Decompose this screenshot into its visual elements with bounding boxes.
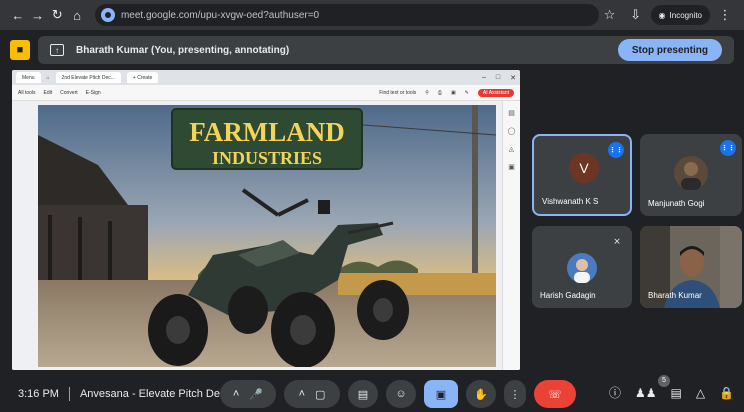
bookmark-star-icon[interactable]: ☆ <box>599 4 621 26</box>
side-panel-controls: ⓘ ♟♟ 5 ▤ △ 🔒 <box>609 374 734 401</box>
avatar: V <box>569 153 599 183</box>
incognito-label: Incognito <box>669 10 702 20</box>
captions-button[interactable]: ▤ <box>348 380 378 408</box>
captions-icon: ▤ <box>357 388 369 401</box>
shared-tab-pitch-deck: 2nd Elevate Pitch Dec... <box>55 72 121 83</box>
rail-bookmark-icon: ◯ <box>507 128 516 135</box>
meeting-clock: 3:16 PM <box>18 388 59 400</box>
shared-minimize-icon: – <box>481 73 486 81</box>
toolbar-find: Find text or tools <box>379 89 417 96</box>
avatar <box>674 156 708 190</box>
rail-export-icon: ◬ <box>508 146 515 153</box>
shared-print-icon: ⎙ <box>437 89 442 96</box>
chat-icon[interactable]: ▤ <box>670 386 681 400</box>
leave-call-button[interactable]: ☏ <box>534 380 576 408</box>
presenting-status-text: Bharath Kumar (You, presenting, annotati… <box>76 44 290 56</box>
meeting-title: Anvesana - Elevate Pitch Dec... <box>79 388 235 400</box>
activities-icon[interactable]: △ <box>696 386 705 400</box>
site-info-icon[interactable] <box>100 8 115 22</box>
hangup-icon: ☏ <box>548 388 562 401</box>
reload-icon[interactable]: ↻ <box>47 4 67 26</box>
meeting-controls-bar: 3:16 PM Anvesana - Elevate Pitch Dec... … <box>0 374 744 412</box>
atv-photo: FARMLAND INDUSTRIES <box>38 105 496 367</box>
back-icon[interactable]: ← <box>8 4 28 26</box>
camera-control[interactable]: ˄ ▢ <box>284 380 340 408</box>
shared-tab-menu: Menu <box>16 72 41 83</box>
mic-icon[interactable]: 🎤 <box>249 388 263 401</box>
participant-tile-vishwanath[interactable]: V ⋮⋮ Vishwanath K S <box>532 134 632 216</box>
present-screen-icon: ↑ <box>50 44 64 56</box>
emoji-button[interactable]: ☺ <box>386 380 416 408</box>
speaking-indicator-icon: ⋮⋮ <box>608 142 624 158</box>
shared-search-icon: ⚲ <box>425 89 429 96</box>
incognito-indicator[interactable]: ◉ Incognito <box>650 5 710 25</box>
participant-tile-harish[interactable]: ⨯ Harish Gadagin <box>532 226 632 308</box>
shared-pen-icon: ✎ <box>464 89 469 96</box>
rail-pages-icon: ▣ <box>508 164 515 171</box>
raise-hand-button[interactable]: ✋ <box>466 380 496 408</box>
shared-close-icon: ✕ <box>510 74 516 82</box>
toolbar-all-tools: All tools <box>18 89 36 96</box>
host-controls-icon[interactable]: 🔒 <box>719 386 734 400</box>
slide-title-farmland: FARMLAND <box>189 117 344 147</box>
shared-window-controls: – □ ✕ <box>482 74 516 82</box>
download-icon[interactable]: ⇩ <box>625 4 647 26</box>
present-button[interactable]: ▣ <box>424 380 458 408</box>
browser-toolbar: ← → ↻ ⌂ meet.google.com/upu-xvgw-oed?aut… <box>0 0 744 30</box>
meet-panel-icon[interactable]: ■ <box>10 40 30 60</box>
call-controls: ˄ 🎤 ˄ ▢ ▤ ☺ ▣ ✋ ⋮ ☏ <box>220 380 576 408</box>
mic-muted-icon: ⨯ <box>613 235 621 246</box>
mic-control[interactable]: ˄ 🎤 <box>220 380 276 408</box>
url-text: meet.google.com/upu-xvgw-oed?authuser=0 <box>120 9 320 21</box>
browser-menu-icon[interactable]: ⋮ <box>714 4 736 26</box>
chevron-up-icon[interactable]: ˄ <box>299 388 305 400</box>
presenting-status: ↑ Bharath Kumar (You, presenting, annota… <box>38 36 734 64</box>
participant-name: Manjunath Gogi <box>648 199 705 208</box>
emoji-icon: ☺ <box>395 388 407 400</box>
camera-icon[interactable]: ▢ <box>315 388 325 401</box>
speaking-indicator-icon: ⋮⋮ <box>720 140 736 156</box>
participant-name: Harish Gadagin <box>540 291 596 300</box>
toolbar-convert: Convert <box>60 89 78 96</box>
participant-name: Vishwanath K S <box>542 197 599 206</box>
toolbar-esign: E-Sign <box>85 89 101 96</box>
chevron-up-icon[interactable]: ˄ <box>233 388 239 400</box>
slide-photo: FARMLAND INDUSTRIES <box>38 105 496 367</box>
shared-screen: Menu ⌂ 2nd Elevate Pitch Dec... + Create… <box>12 70 520 370</box>
more-options-button[interactable]: ⋮ <box>504 380 526 408</box>
info-icon[interactable]: ⓘ <box>609 384 621 401</box>
slide-title-industries: INDUSTRIES <box>212 148 322 168</box>
shared-tab-create: + Create <box>126 72 159 83</box>
document-area: FARMLAND INDUSTRIES ▤ ◯ ◬ ▣ ⚡ <box>12 101 520 370</box>
toolbar-edit: Edit <box>43 89 53 96</box>
divider <box>68 387 70 401</box>
rail-comment-icon: ▤ <box>508 110 515 117</box>
address-bar[interactable]: meet.google.com/upu-xvgw-oed?authuser=0 <box>94 4 599 26</box>
shared-window-titlebar: Menu ⌂ 2nd Elevate Pitch Dec... + Create… <box>12 70 520 85</box>
shared-pdf-toolbar: All tools Edit Convert E-Sign Find text … <box>12 85 520 101</box>
people-button[interactable]: ♟♟ 5 <box>634 374 670 400</box>
participant-name: Bharath Kumar <box>648 291 702 300</box>
stop-presenting-label: Stop presenting <box>631 44 708 56</box>
presenting-bar: ■ ↑ Bharath Kumar (You, presenting, anno… <box>0 33 744 67</box>
hand-icon: ✋ <box>474 388 488 401</box>
participant-tile-bharath[interactable]: Bharath Kumar <box>640 226 742 308</box>
forward-icon[interactable]: → <box>28 4 48 26</box>
people-icon: ♟♟ <box>634 385 657 400</box>
more-vert-icon: ⋮ <box>509 388 521 401</box>
incognito-icon: ◉ <box>658 10 666 20</box>
stop-presenting-button[interactable]: Stop presenting <box>617 39 722 61</box>
people-count-badge: 5 <box>657 374 670 387</box>
shared-right-rail: ▤ ◯ ◬ ▣ <box>502 101 520 370</box>
shared-save-icon: ▣ <box>450 89 456 96</box>
present-screen-icon: ▣ <box>435 388 447 401</box>
avatar <box>567 253 597 283</box>
shared-home-icon: ⌂ <box>46 74 50 81</box>
participant-tile-manjunath[interactable]: ⋮⋮ Manjunath Gogi <box>640 134 742 216</box>
ai-assistant-button: AI Assistant <box>477 88 514 97</box>
shared-maximize-icon: □ <box>495 73 501 81</box>
home-icon[interactable]: ⌂ <box>67 4 87 26</box>
